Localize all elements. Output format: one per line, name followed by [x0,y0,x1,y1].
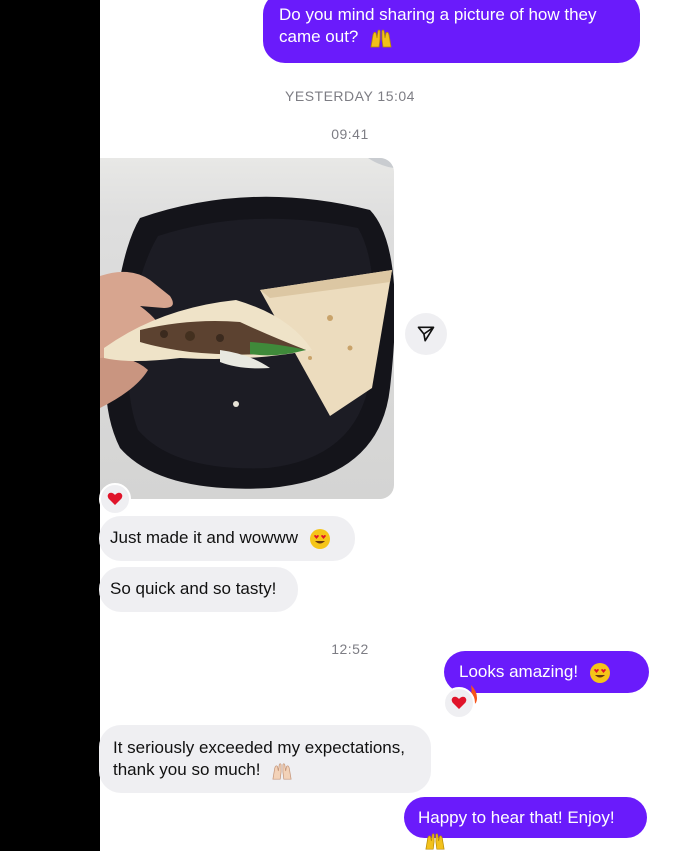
message-text: Just made it and wowww [110,528,299,547]
message-bubble-received[interactable]: Just made it and wowww [99,516,355,561]
send-icon [417,326,435,342]
message-text: Happy to hear that! Enjoy! [418,808,615,827]
red-heart-icon [451,696,467,709]
raised-hands-emoji-icon [271,761,293,781]
reaction-heart[interactable] [99,483,131,515]
reaction-heart[interactable] [443,687,475,719]
raised-hands-emoji-icon [369,27,393,49]
message-bubble-received[interactable]: It seriously exceeded my expectations, t… [99,725,431,793]
message-text: So quick and so tasty! [110,579,277,598]
heart-eyes-emoji-icon [589,662,611,684]
shared-photo[interactable] [100,158,394,499]
timestamp: 09:41 [331,126,369,142]
message-bubble-sent[interactable]: Looks amazing! [444,651,649,706]
message-bubble-sent[interactable]: Happy to hear that! Enjoy! [404,797,647,850]
share-button[interactable] [405,313,447,355]
timestamp: YESTERDAY 15:04 [285,88,415,104]
message-bubble-sent[interactable]: Do you mind sharing a picture of how the… [263,0,640,63]
left-edge-bar [0,0,100,851]
red-heart-icon [107,492,123,505]
message-text-line: It seriously exceeded my expectations, [113,738,405,757]
raised-hands-emoji-icon [424,831,446,851]
message-text-line: thank you so much! [113,760,261,779]
message-text: Looks amazing! [459,662,579,681]
message-text: Do you mind sharing a picture of how the… [279,5,597,46]
message-bubble-received[interactable]: So quick and so tasty! [99,567,298,612]
heart-eyes-emoji-icon [309,528,331,550]
